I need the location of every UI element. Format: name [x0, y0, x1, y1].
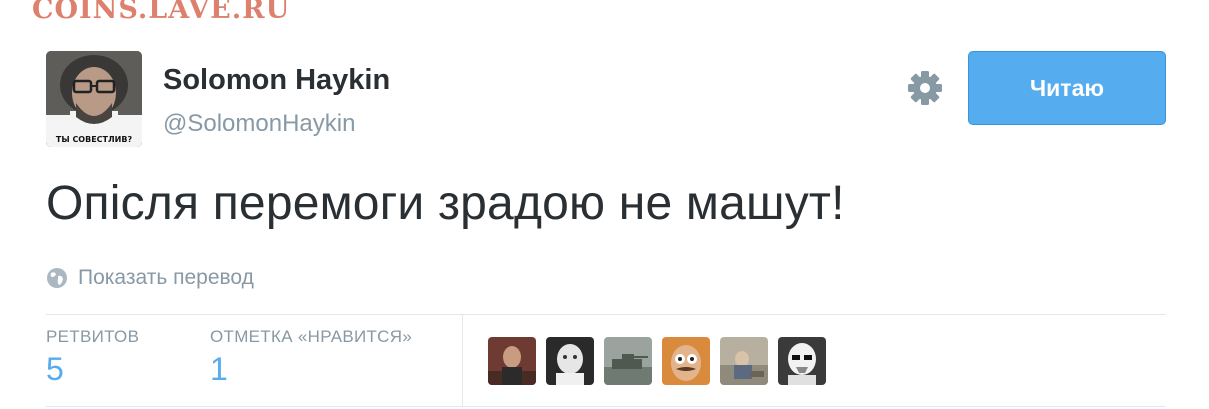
stats-vertical-divider [462, 315, 463, 406]
liker-avatar[interactable] [604, 337, 652, 385]
gear-icon[interactable] [905, 68, 945, 108]
globe-icon [47, 268, 67, 288]
user-handle[interactable]: @SolomonHaykin [163, 110, 355, 138]
watermark: COINS.LAVE.RU [32, 0, 291, 25]
likes-stat[interactable]: ОТМЕТКА «НРАВИТСЯ» 1 [210, 327, 412, 385]
likes-count: 1 [210, 351, 228, 387]
liker-avatar[interactable] [720, 337, 768, 385]
tweet-text: Опісля перемоги зрадою не машут! [46, 177, 845, 230]
liker-avatar[interactable] [546, 337, 594, 385]
retweets-count: 5 [46, 351, 64, 387]
likes-label: ОТМЕТКА «НРАВИТСЯ» [210, 327, 413, 346]
retweets-label: РЕТВИТОВ [46, 327, 140, 346]
avatar[interactable]: ТЫ СОВЕСТЛИВ? [46, 51, 142, 147]
show-translation-link[interactable]: Показать перевод [46, 264, 254, 292]
display-name[interactable]: Solomon Haykin [163, 64, 390, 97]
avatar-caption: ТЫ СОВЕСТЛИВ? [55, 135, 133, 144]
liker-avatars [488, 337, 826, 385]
stats-divider-top [46, 314, 1166, 315]
show-translation-label: Показать перевод [78, 266, 254, 289]
liker-avatar[interactable] [662, 337, 710, 385]
liker-avatar[interactable] [778, 337, 826, 385]
follow-button[interactable]: Читаю [968, 51, 1166, 125]
liker-avatar[interactable] [488, 337, 536, 385]
stats-divider-bottom [46, 406, 1166, 407]
retweets-stat[interactable]: РЕТВИТОВ 5 [46, 327, 139, 385]
avatar-image [46, 51, 142, 147]
